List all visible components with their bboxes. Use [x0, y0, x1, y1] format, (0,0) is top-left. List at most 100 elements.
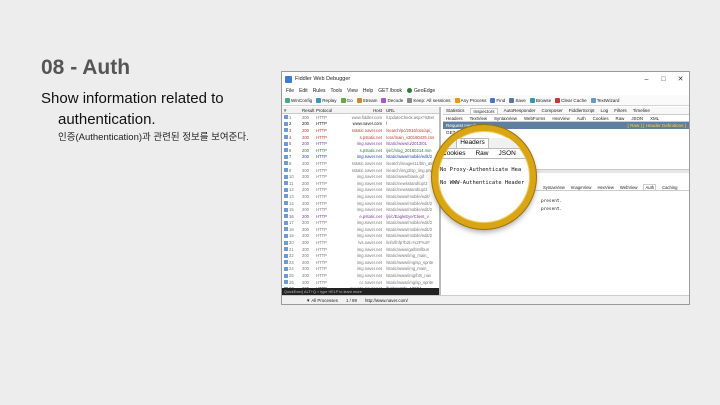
session-row[interactable]: 7 200 HTTP img.naver.net/static/www/mobile/… [282, 154, 439, 161]
session-url-cell: /search/img3/sp_img.png [386, 167, 433, 173]
inspector-tab-7[interactable]: Timeline [633, 108, 650, 113]
magnified-tab-json[interactable]: JSON [499, 150, 516, 157]
inspector-tab-1[interactable]: Inspectors [470, 107, 498, 114]
toolbar-label-2: Go [346, 97, 353, 103]
col-num-header[interactable]: # [282, 108, 302, 113]
session-row[interactable]: 20 200 HTTP tvs.naver.net/info/fnfp?b2t=%2F… [282, 239, 439, 246]
status-processes[interactable]: ▼ All Processes [306, 298, 338, 303]
request-subtab-3[interactable]: WebForms [524, 116, 545, 121]
col-host-header[interactable]: Host [336, 108, 384, 113]
session-row[interactable]: 13 200 HTTP img.naver.net/static/www/mobile… [282, 193, 439, 200]
toolbar-button-4[interactable]: Decode [381, 97, 403, 103]
inspector-tab-4[interactable]: FiddlerScript [569, 108, 595, 113]
request-subtab-5[interactable]: Auth [577, 116, 586, 121]
session-row[interactable]: 1 200 HTTP www.fiddler.com/UpdateCheck.aspx… [282, 114, 439, 121]
session-row[interactable]: 17 200 HTTP img.naver.net/static/www/mobile… [282, 220, 439, 227]
close-icon[interactable]: ✕ [672, 75, 689, 83]
session-row[interactable]: 11 200 HTTP img.naver.net/static/newsstand/… [282, 180, 439, 187]
maximize-icon[interactable]: □ [655, 76, 672, 83]
session-num-cell: 17 [282, 220, 302, 225]
session-row[interactable]: 15 200 HTTP img.naver.net/static/www/mobile… [282, 206, 439, 213]
magnified-tab-cookies[interactable]: Cookies [442, 150, 465, 157]
session-row[interactable]: 22 200 HTTP img.naver.net/static/www/img_ma… [282, 252, 439, 259]
response-subtab-2[interactable]: HexView [597, 185, 613, 190]
session-row[interactable]: 3 200 HTTP sstatic.naver.net/search/pc/2016… [282, 127, 439, 134]
inspector-tab-0[interactable]: Statistics [446, 108, 464, 113]
session-num: 8 [289, 160, 292, 166]
session-row[interactable]: 4 200 HTTP s.pstatic.net/css/main_v20160425… [282, 134, 439, 141]
request-headers-links[interactable]: [ Raw ] [ Header Definitions ] [628, 123, 686, 128]
inspector-tab-2[interactable]: AutoResponder [504, 108, 536, 113]
session-row[interactable]: 12 200 HTTP img.naver.net/static/newsstand/… [282, 187, 439, 194]
response-subtab-3[interactable]: WebView [620, 185, 638, 190]
inspector-tab-3[interactable]: Composer [542, 108, 563, 113]
session-num-cell: 20 [282, 240, 302, 245]
toolbar-label-3: Stream [362, 97, 378, 103]
response-subtab-1[interactable]: ImageView [571, 185, 592, 190]
menu-item-0[interactable]: File [286, 88, 294, 94]
session-num-cell: 8 [282, 161, 302, 166]
minimize-icon[interactable]: – [638, 76, 655, 83]
session-row[interactable]: 19 200 HTTP img.naver.net/static/www/mobile… [282, 233, 439, 240]
magnified-tab-headers[interactable]: Headers [456, 138, 489, 148]
col-protocol-header[interactable]: Protocol [316, 108, 336, 113]
session-result-cell: 200 [302, 200, 309, 206]
session-result-cell: 200 [302, 279, 309, 285]
toolbar-button-3[interactable]: Stream [356, 97, 378, 103]
session-protocol-cell: HTTP [316, 121, 327, 127]
request-subtab-4[interactable]: HexView [552, 116, 569, 121]
response-subtab-4[interactable]: Auth [643, 184, 657, 190]
toolbar-button-2[interactable]: Go [340, 97, 353, 103]
col-result-header[interactable]: Result [302, 108, 316, 113]
inspector-tab-5[interactable]: Log [601, 108, 609, 113]
session-row[interactable]: 18 200 HTTP img.naver.net/static/www/mobile… [282, 226, 439, 233]
toolbar-button-7[interactable]: Find [490, 97, 505, 103]
session-num: 21 [289, 246, 294, 252]
menu-item-6[interactable]: GET /book [378, 88, 402, 94]
toolbar-button-6[interactable]: Any Process [454, 97, 486, 103]
session-row[interactable]: 9 200 HTTP sstatic.naver.net/search/img3/sp… [282, 167, 439, 174]
magnified-tab-transformer[interactable]: mer [438, 139, 453, 148]
session-row[interactable]: 14 200 HTTP img.naver.net/static/www/mobile… [282, 200, 439, 207]
session-row[interactable]: 25 200 HTTP img.naver.net/static/www/img/bt… [282, 272, 439, 279]
response-subtab-5[interactable]: Caching [662, 185, 677, 190]
toolbar-button-0[interactable]: WinConfig [285, 97, 312, 103]
toolbar-icon-10 [555, 97, 561, 103]
menu-item-2[interactable]: Rules [313, 88, 326, 94]
session-row[interactable]: 16 200 HTTP e.pstatic.net/js/c/EagleEye/Cli… [282, 213, 439, 220]
session-row[interactable]: 2 200 HTTP www.naver.com / [282, 120, 439, 128]
toolbar-button-10[interactable]: Clear Cache [555, 97, 587, 103]
request-subtab-2[interactable]: SyntaxView [494, 116, 517, 121]
response-subtab-0[interactable]: SyntaxView [543, 185, 565, 190]
geoedge-menu[interactable]: GeoEdge [407, 88, 435, 94]
session-row[interactable]: 23 200 HTTP img.naver.net/static/www/img/sp… [282, 259, 439, 266]
toolbar-button-1[interactable]: Replay [316, 97, 337, 103]
menu-item-1[interactable]: Edit [299, 88, 308, 94]
menu-item-4[interactable]: View [347, 88, 358, 94]
request-subtab-8[interactable]: JSON [631, 116, 643, 121]
session-type-icon [284, 174, 288, 179]
request-subtab-1[interactable]: TextView [470, 116, 488, 121]
request-subtab-9[interactable]: XML [650, 116, 659, 121]
request-subtab-7[interactable]: Raw [616, 116, 625, 121]
inspector-tab-6[interactable]: Filters [614, 108, 627, 113]
session-row[interactable]: 8 200 HTTP sstatic.naver.net/search/images1… [282, 160, 439, 167]
menu-item-5[interactable]: Help [363, 88, 373, 94]
toolbar-button-5[interactable]: Keep: All sessions [407, 97, 451, 103]
quickexec-bar[interactable]: QuickExec] ALT+Q > type HELP to learn mo… [282, 288, 439, 295]
toolbar-button-8[interactable]: Save [509, 97, 526, 103]
toolbar-button-9[interactable]: Browse [529, 97, 551, 103]
col-url-header[interactable]: URL [384, 108, 439, 113]
session-row[interactable]: 24 200 HTTP img.naver.net/static/www/img_ma… [282, 266, 439, 273]
menu-item-3[interactable]: Tools [330, 88, 342, 94]
session-row[interactable]: 10 200 HTTP img.naver.net/static/www/blank.… [282, 173, 439, 180]
request-subtab-0[interactable]: Headers [446, 116, 463, 121]
toolbar-button-11[interactable]: TextWizard [590, 97, 619, 103]
session-row[interactable]: 21 200 HTTP img.naver.net/static/www/ga/btn… [282, 246, 439, 253]
magnified-tab-raw[interactable]: Raw [475, 150, 488, 157]
session-row[interactable]: 5 200 HTTP img.naver.net/static/www/u/2013/… [282, 140, 439, 147]
session-row[interactable]: 6 200 HTTP s.pstatic.net/js/c/nlog_20160214… [282, 147, 439, 154]
session-num-cell: 18 [282, 227, 302, 232]
session-row[interactable]: 26 200 HTTP cc.naver.net/static/www/img/sp_… [282, 279, 439, 286]
request-subtab-6[interactable]: Cookies [593, 116, 609, 121]
